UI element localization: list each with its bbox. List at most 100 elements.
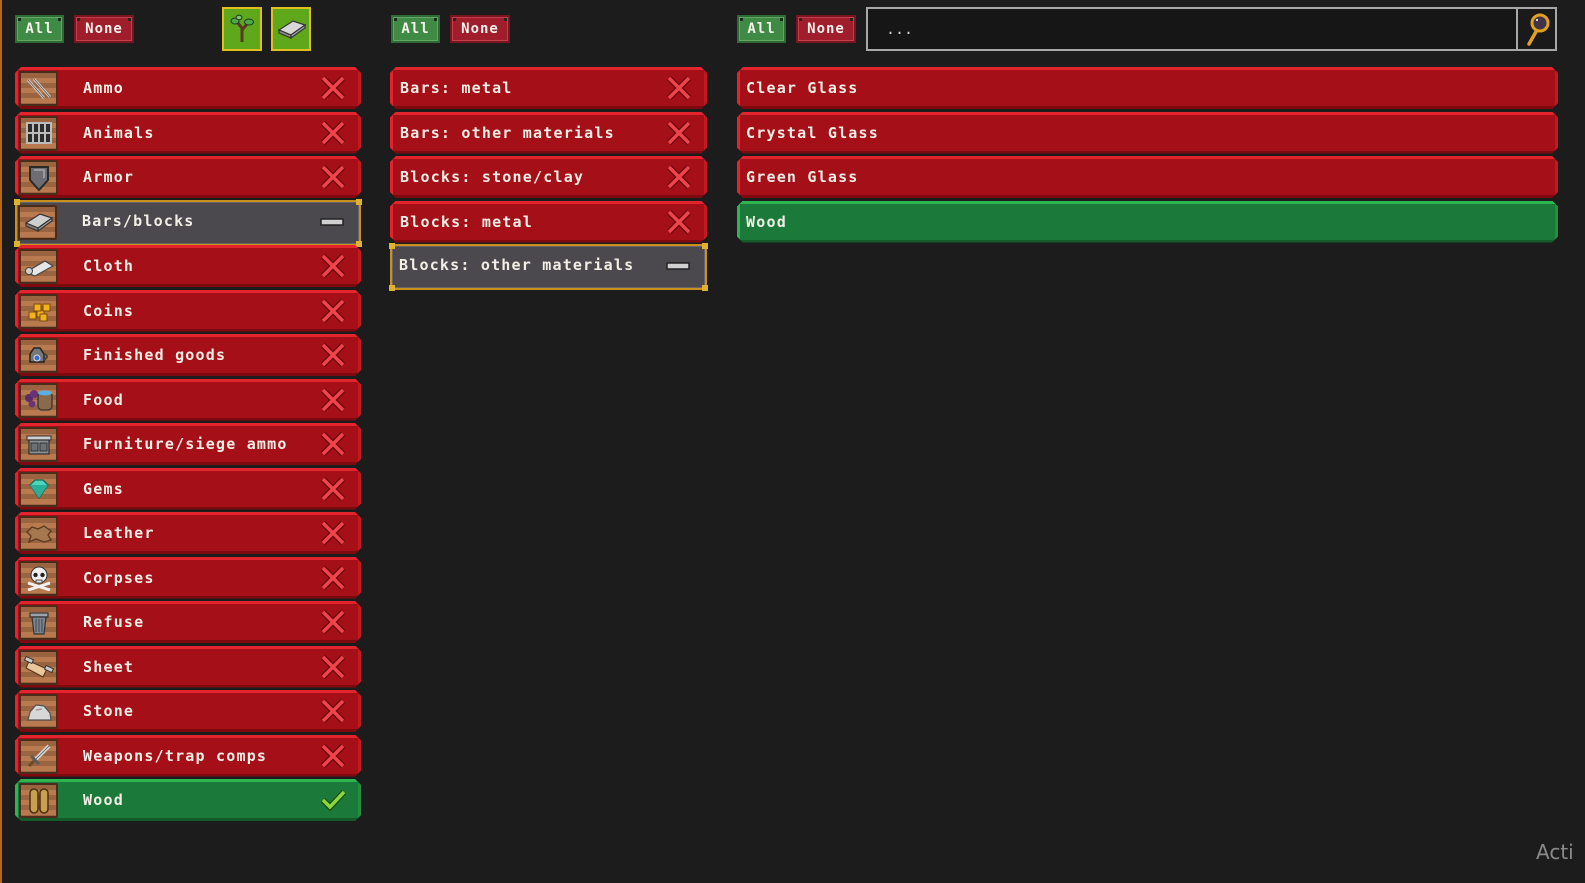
status-toggle[interactable] — [320, 120, 346, 146]
categories-label: Weapons/trap comps — [83, 746, 268, 765]
icon-frame — [19, 561, 58, 596]
cross-icon — [666, 209, 692, 235]
materials-row[interactable]: Green Glass — [737, 156, 1558, 198]
cross-icon — [320, 654, 346, 680]
categories-row[interactable]: Furniture/siege ammo — [15, 423, 361, 465]
cross-icon — [320, 520, 346, 546]
icon-frame — [18, 204, 57, 240]
subcategories-row[interactable]: Bars: other materials — [390, 112, 707, 154]
cross-icon — [320, 387, 346, 413]
materials-label: Clear Glass — [746, 79, 859, 97]
status-toggle[interactable] — [320, 253, 346, 279]
categories-label: Sheet — [83, 657, 135, 676]
bolts-icon — [24, 76, 54, 102]
categories-row[interactable]: Wood — [15, 779, 361, 821]
categories-row[interactable]: Bars/blocks — [14, 198, 362, 247]
subcategories-row[interactable]: Blocks: metal — [390, 201, 707, 243]
subcategories-none-button[interactable]: None — [450, 15, 510, 43]
partial-dash-icon — [320, 217, 344, 226]
status-toggle[interactable] — [320, 654, 346, 680]
status-toggle[interactable] — [665, 253, 691, 279]
categories-all-button[interactable]: All — [15, 15, 64, 43]
logs-icon — [26, 787, 52, 815]
cross-icon — [666, 120, 692, 146]
categories-row[interactable]: Food — [15, 379, 361, 421]
status-toggle[interactable] — [320, 431, 346, 457]
categories-label: Gems — [83, 479, 124, 498]
skull-icon — [25, 565, 53, 591]
status-toggle[interactable] — [320, 75, 346, 101]
categories-label: Food — [83, 390, 124, 409]
materials-all-button[interactable]: All — [737, 15, 786, 43]
inorganic-toggle[interactable] — [271, 7, 311, 51]
categories-none-button[interactable]: None — [74, 15, 134, 43]
cross-icon — [320, 431, 346, 457]
categories-row[interactable]: Animals — [15, 112, 361, 154]
material-search-input[interactable] — [868, 9, 1518, 49]
gold-corner-ornament — [356, 240, 362, 247]
cross-icon — [320, 342, 346, 368]
subcategories-row[interactable]: Blocks: stone/clay — [390, 156, 707, 198]
icon-frame — [19, 160, 58, 195]
cross-icon — [320, 476, 346, 502]
status-toggle[interactable] — [320, 164, 346, 190]
sapling-icon — [230, 14, 254, 42]
icon-frame — [19, 783, 58, 818]
icon-frame — [19, 427, 58, 462]
trash-can-icon — [28, 610, 50, 636]
icon-frame — [19, 694, 58, 729]
categories-row[interactable]: Leather — [15, 512, 361, 554]
search-button[interactable] — [1518, 9, 1555, 49]
categories-label: Furniture/siege ammo — [83, 435, 288, 453]
categories-row[interactable]: Weapons/trap comps — [15, 735, 361, 777]
cross-icon — [320, 698, 346, 724]
materials-row[interactable]: Clear Glass — [737, 67, 1558, 109]
materials-row[interactable]: Wood — [737, 201, 1558, 243]
status-toggle[interactable] — [320, 698, 346, 724]
materials-row[interactable]: Crystal Glass — [737, 112, 1558, 154]
status-toggle[interactable] — [320, 298, 346, 324]
categories-row[interactable]: Cloth — [15, 245, 361, 287]
status-toggle[interactable] — [320, 520, 346, 546]
categories-row[interactable]: Refuse — [15, 601, 361, 643]
categories-label: Refuse — [83, 613, 145, 631]
categories-label: Coins — [83, 301, 135, 320]
status-toggle[interactable] — [666, 209, 692, 235]
categories-row[interactable]: Stone — [15, 690, 361, 732]
subcategories-all-button[interactable]: All — [391, 15, 440, 43]
coins-icon — [25, 298, 53, 324]
metal-bar-icon — [277, 20, 307, 40]
status-toggle[interactable] — [666, 120, 692, 146]
cross-icon — [666, 164, 692, 190]
categories-row[interactable]: Coins — [15, 290, 361, 332]
status-toggle[interactable] — [320, 787, 346, 813]
categories-row[interactable]: Corpses — [15, 557, 361, 599]
status-toggle[interactable] — [666, 75, 692, 101]
status-toggle[interactable] — [320, 342, 346, 368]
categories-row[interactable]: Ammo — [15, 67, 361, 109]
categories-row[interactable]: Sheet — [15, 646, 361, 688]
icon-frame — [19, 338, 58, 373]
partial-dash-icon — [666, 262, 690, 270]
subcategories-row[interactable]: Blocks: other materials — [389, 243, 708, 291]
icon-frame — [19, 116, 58, 151]
categories-row[interactable]: Finished goods — [15, 334, 361, 376]
status-toggle[interactable] — [320, 609, 346, 635]
materials-label: Wood — [746, 212, 787, 231]
materials-label: Green Glass — [746, 168, 859, 186]
categories-row[interactable]: Gems — [15, 468, 361, 510]
status-toggle[interactable] — [320, 565, 346, 591]
status-toggle[interactable] — [320, 387, 346, 413]
status-toggle[interactable] — [319, 209, 345, 235]
organic-toggle[interactable] — [222, 7, 262, 51]
subcategories-row[interactable]: Bars: metal — [390, 67, 707, 109]
jug-icon — [26, 344, 52, 368]
status-toggle[interactable] — [320, 743, 346, 769]
status-toggle[interactable] — [666, 164, 692, 190]
gold-corner-ornament — [702, 285, 708, 291]
materials-none-button[interactable]: None — [796, 15, 856, 43]
gold-corner-ornament — [389, 243, 395, 249]
categories-row[interactable]: Armor — [15, 156, 361, 198]
subcategories-label: Bars: metal — [400, 79, 513, 97]
status-toggle[interactable] — [320, 476, 346, 502]
